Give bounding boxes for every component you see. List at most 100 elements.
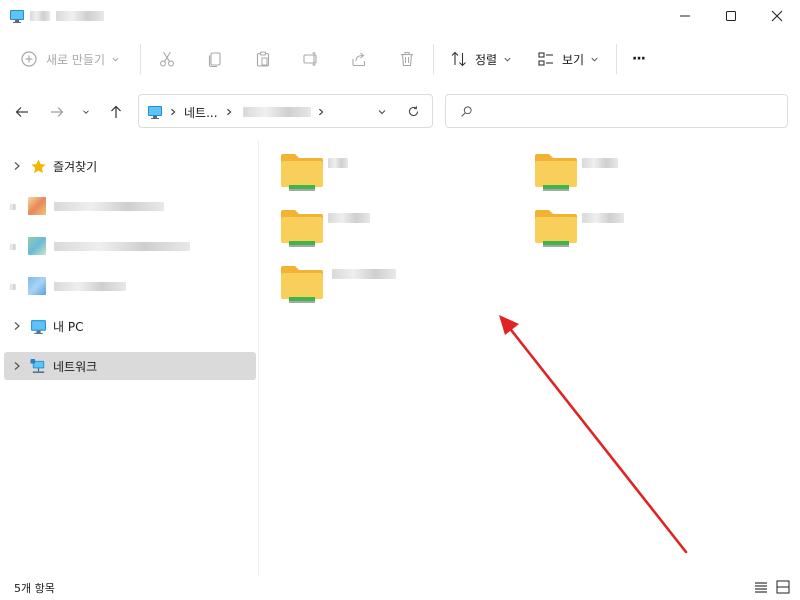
arrow-right-icon: [51, 107, 64, 117]
network-folder-icon: [281, 210, 323, 247]
chevron-right-icon[interactable]: [12, 321, 22, 331]
pc-monitor-icon: [148, 106, 162, 119]
chevron-right-icon: [319, 108, 324, 116]
view-layout-icon: [538, 52, 553, 66]
network-icon: [30, 358, 45, 373]
cut-button[interactable]: [158, 42, 176, 76]
network-folder-item[interactable]: [516, 140, 746, 191]
breadcrumb-redacted[interactable]: [243, 107, 311, 117]
folder-name-redacted: [328, 158, 348, 168]
sidebar-item-redacted-icon: [28, 197, 46, 215]
sidebar-item-redacted-label: [54, 242, 190, 251]
copy-button[interactable]: [206, 42, 224, 76]
back-button[interactable]: [10, 100, 34, 124]
window-title-redacted: [30, 11, 50, 21]
minimize-button[interactable]: [662, 0, 708, 32]
sidebar-item-redacted-label: [54, 282, 126, 291]
refresh-icon[interactable]: [407, 105, 420, 118]
chevron-down-icon: [591, 57, 598, 62]
sort-button-label: 정렬: [475, 52, 498, 67]
item-count: 5개 항목: [14, 582, 55, 595]
close-icon: [771, 10, 783, 22]
up-button[interactable]: [104, 100, 128, 124]
sidebar-item-label: 네트워크: [53, 360, 98, 374]
rename-icon: [303, 52, 317, 66]
command-bar: 새로 만들기 정렬 보기 ···: [0, 38, 800, 80]
star-icon: [31, 159, 46, 174]
tiles-view-button[interactable]: [776, 580, 794, 596]
forward-button[interactable]: [45, 100, 69, 124]
sidebar-item-redacted[interactable]: [4, 192, 256, 220]
copy-icon: [208, 52, 221, 68]
search-icon: [461, 106, 472, 117]
view-button[interactable]: 보기: [537, 42, 599, 76]
network-folder-item[interactable]: [262, 196, 492, 247]
chevron-down-icon[interactable]: [377, 107, 387, 117]
sidebar-item-network[interactable]: 네트워크: [4, 352, 256, 380]
network-folder-item[interactable]: [516, 196, 746, 247]
share-icon: [352, 52, 366, 67]
delete-button[interactable]: [398, 42, 416, 76]
sidebar-item-redacted-icon: [28, 277, 46, 295]
sidebar-item-redacted[interactable]: [4, 272, 256, 300]
more-options-button[interactable]: ···: [632, 42, 646, 76]
title-bar: [0, 0, 800, 32]
maximize-button[interactable]: [708, 0, 754, 32]
close-button[interactable]: [754, 0, 800, 32]
details-view-icon: [755, 582, 767, 593]
search-box[interactable]: [445, 94, 788, 128]
minimize-icon: [680, 15, 690, 17]
sidebar-item-redacted-marker: [10, 204, 16, 210]
view-button-label: 보기: [562, 52, 585, 67]
trash-icon: [401, 52, 413, 67]
recent-locations-button[interactable]: [76, 100, 96, 124]
network-folder-item[interactable]: [262, 252, 492, 303]
sidebar-item-redacted-icon: [28, 237, 46, 255]
sort-button[interactable]: 정렬: [450, 42, 512, 76]
sidebar-item-this-pc[interactable]: 내 PC: [4, 312, 256, 340]
more-options-label: ···: [632, 51, 646, 67]
toolbar-separator: [433, 44, 434, 74]
toolbar-separator: [140, 44, 141, 74]
navigation-pane: 즐겨찾기 내 PC 네트워크: [0, 140, 258, 572]
share-button[interactable]: [350, 42, 368, 76]
pc-monitor-icon: [31, 320, 46, 334]
sidebar-item-redacted-marker: [10, 284, 16, 290]
folder-name-redacted: [582, 213, 624, 223]
details-view-button[interactable]: [754, 580, 772, 596]
chevron-right-icon[interactable]: [12, 361, 22, 371]
network-folder-item[interactable]: [262, 140, 492, 191]
arrow-up-icon: [111, 105, 121, 118]
pc-monitor-icon: [10, 10, 24, 23]
new-button-label: 새로 만들기: [46, 52, 106, 67]
sidebar-item-label: 내 PC: [53, 320, 84, 334]
paste-button[interactable]: [254, 42, 272, 76]
chevron-right-icon: [171, 108, 176, 116]
sidebar-item-redacted-label: [54, 202, 164, 211]
folder-name-redacted: [582, 158, 618, 168]
breadcrumb-network[interactable]: 네트...: [184, 104, 218, 121]
plus-circle-icon: [21, 51, 37, 67]
network-folder-icon: [281, 154, 323, 191]
network-folder-icon: [535, 210, 577, 247]
chevron-down-icon: [504, 57, 511, 62]
address-bar[interactable]: 네트...: [138, 94, 433, 128]
navigation-bar: 네트...: [0, 92, 800, 132]
folder-name-redacted: [328, 213, 370, 223]
sidebar-item-label: 즐겨찾기: [53, 160, 98, 174]
tiles-view-icon: [776, 580, 790, 594]
clipboard-icon: [256, 51, 270, 67]
arrow-left-icon: [15, 107, 28, 117]
chevron-right-icon[interactable]: [12, 161, 22, 171]
network-folder-icon: [281, 266, 323, 303]
network-folder-icon: [535, 154, 577, 191]
new-button[interactable]: 새로 만들기: [20, 42, 120, 76]
rename-button[interactable]: [302, 42, 320, 76]
file-list: [262, 140, 800, 572]
toolbar-separator: [616, 44, 617, 74]
chevron-down-icon: [83, 110, 89, 114]
maximize-icon: [726, 11, 736, 21]
pane-divider[interactable]: [258, 140, 259, 576]
sidebar-item-favorites[interactable]: 즐겨찾기: [4, 152, 256, 180]
sidebar-item-redacted[interactable]: [4, 232, 256, 260]
